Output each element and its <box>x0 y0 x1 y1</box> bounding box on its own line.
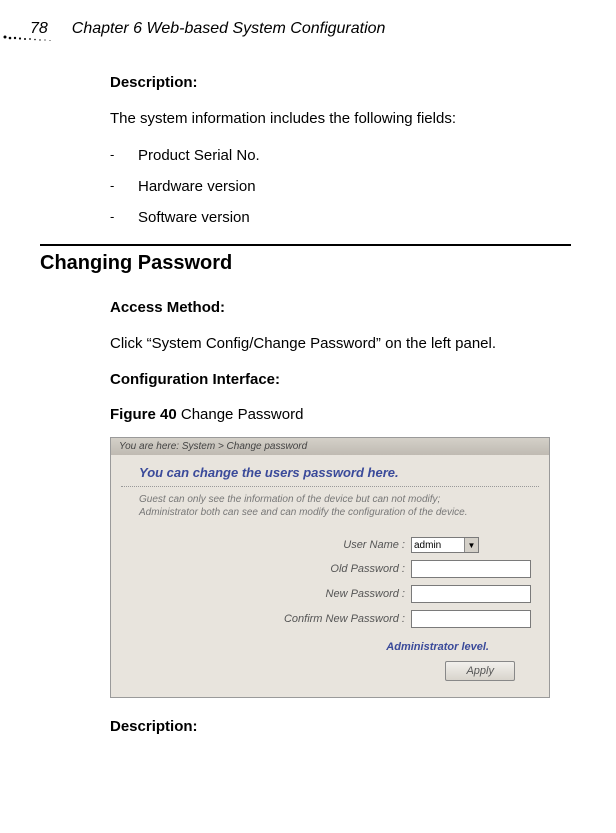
list-item: - Hardware version <box>110 178 571 195</box>
section-heading: Changing Password <box>40 244 571 275</box>
screenshot-title: You can change the users password here. <box>121 455 539 487</box>
bullet-dash: - <box>110 209 138 226</box>
page-header: 78 Chapter 6 Web-based System Configurat… <box>20 20 571 38</box>
description-heading-bottom: Description: <box>110 718 571 735</box>
intro-text: The system information includes the foll… <box>110 109 571 129</box>
label-new-password: New Password : <box>326 588 411 600</box>
username-value: admin <box>414 540 441 551</box>
figure-caption: Change Password <box>177 406 304 423</box>
form-row-new-password: New Password : <box>129 585 531 603</box>
subtitle-line-1: Guest can only see the information of th… <box>139 494 440 505</box>
list-item: - Product Serial No. <box>110 147 571 164</box>
label-username: User Name : <box>343 539 411 551</box>
page-header-decoration <box>0 33 55 43</box>
bullet-text: Hardware version <box>138 178 256 195</box>
access-method-heading: Access Method: <box>110 299 571 316</box>
form-row-confirm-password: Confirm New Password : <box>129 610 531 628</box>
chapter-title: Chapter 6 Web-based System Configuration <box>72 20 386 38</box>
screenshot-subtitle: Guest can only see the information of th… <box>111 487 549 529</box>
apply-button[interactable]: Apply <box>445 661 515 681</box>
bullet-dash: - <box>110 178 138 195</box>
screenshot-change-password: You are here: System > Change password Y… <box>110 437 550 698</box>
breadcrumb: You are here: System > Change password <box>111 438 549 455</box>
apply-row: Apply <box>129 661 531 681</box>
label-old-password: Old Password : <box>330 563 411 575</box>
list-item: - Software version <box>110 209 571 226</box>
username-select[interactable]: admin ▼ <box>411 537 479 553</box>
figure-number: Figure 40 <box>110 406 177 423</box>
subtitle-line-2: Administrator both can see and can modif… <box>139 507 468 518</box>
old-password-input[interactable] <box>411 560 531 578</box>
figure-label: Figure 40 Change Password <box>110 406 571 423</box>
config-interface-heading: Configuration Interface: <box>110 371 571 388</box>
admin-level-text: Administrator level. <box>129 635 531 661</box>
description-heading: Description: <box>110 74 571 91</box>
bullet-text: Product Serial No. <box>138 147 260 164</box>
confirm-password-input[interactable] <box>411 610 531 628</box>
form-row-username: User Name : admin ▼ <box>129 537 531 553</box>
chevron-down-icon: ▼ <box>464 538 478 552</box>
form-area: User Name : admin ▼ Old Password : New P… <box>111 529 549 697</box>
bullet-dash: - <box>110 147 138 164</box>
label-confirm-password: Confirm New Password : <box>284 613 411 625</box>
new-password-input[interactable] <box>411 585 531 603</box>
bullet-text: Software version <box>138 209 250 226</box>
access-method-text: Click “System Config/Change Password” on… <box>110 334 571 354</box>
bullet-list: - Product Serial No. - Hardware version … <box>110 147 571 226</box>
form-row-old-password: Old Password : <box>129 560 531 578</box>
